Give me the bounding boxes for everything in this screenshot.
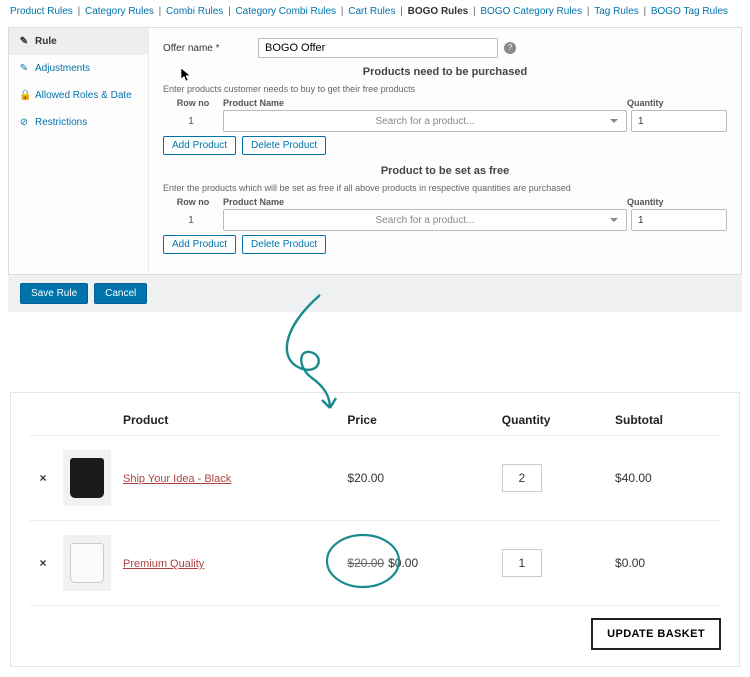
cart-subtotal: $40.00 <box>609 436 721 521</box>
col-rowno: Row no <box>163 197 223 207</box>
col-quantity: Quantity <box>627 197 727 207</box>
rule-type-tab[interactable]: Combi Rules <box>166 6 223 17</box>
rule-editor-panel: ✎ Rule ✎ Adjustments 🔒 Allowed Roles & Date ⊘ R… <box>8 27 742 275</box>
sidebar-item-icon: 🔒 <box>19 90 29 101</box>
rule-type-tab[interactable]: Product Rules <box>10 6 73 17</box>
offer-name-input[interactable] <box>258 38 498 58</box>
free-add-product-button[interactable]: Add Product <box>163 235 236 254</box>
offer-name-label: Offer name * <box>163 43 258 54</box>
rule-type-tabs: Product Rules | Category Rules | Combi R… <box>0 0 750 23</box>
tab-separator: | <box>73 6 85 17</box>
rule-type-tab[interactable]: BOGO Tag Rules <box>651 6 728 17</box>
rule-sidebar: ✎ Rule ✎ Adjustments 🔒 Allowed Roles & Date ⊘ R… <box>9 28 149 274</box>
rule-type-tab[interactable]: Cart Rules <box>348 6 395 17</box>
purchase-qty-input[interactable]: 1 <box>631 110 727 132</box>
free-product-select[interactable]: Search for a product... <box>223 209 627 231</box>
tab-separator: | <box>395 6 407 17</box>
cart-qty-input[interactable]: 2 <box>502 464 542 492</box>
free-delete-product-button[interactable]: Delete Product <box>242 235 326 254</box>
cart-qty-input[interactable]: 1 <box>502 549 542 577</box>
rule-type-tab[interactable]: BOGO Rules <box>408 6 469 17</box>
info-icon[interactable]: ? <box>504 42 516 54</box>
tab-separator: | <box>336 6 348 17</box>
purchase-table-row: 1 Search for a product... 1 <box>163 110 727 132</box>
purchase-add-product-button[interactable]: Add Product <box>163 136 236 155</box>
sidebar-item-icon: ✎ <box>19 63 29 74</box>
cancel-button[interactable]: Cancel <box>94 283 147 304</box>
sidebar-item-restrictions[interactable]: ⊘ Restrictions <box>9 109 148 136</box>
col-rowno: Row no <box>163 98 223 108</box>
free-rowno: 1 <box>163 215 219 226</box>
purchase-rowno: 1 <box>163 116 219 127</box>
purchase-delete-product-button[interactable]: Delete Product <box>242 136 326 155</box>
cart-row: × Premium Quality $20.00 $0.00 1 $0.00 <box>29 521 721 606</box>
tab-separator: | <box>582 6 594 17</box>
rule-type-tab[interactable]: Category Rules <box>85 6 154 17</box>
rule-main: Offer name * ? Products need to be purch… <box>149 28 741 274</box>
col-product-name: Product Name <box>223 197 627 207</box>
product-thumbnail <box>63 450 111 506</box>
rule-type-tab[interactable]: Category Combi Rules <box>235 6 336 17</box>
cart-price: $20.00 <box>341 436 495 521</box>
sidebar-item-label: Restrictions <box>35 117 87 128</box>
free-section-title: Product to be set as free <box>163 165 727 177</box>
purchase-product-placeholder: Search for a product... <box>376 116 475 127</box>
rule-type-tab[interactable]: Tag Rules <box>594 6 638 17</box>
update-basket-button[interactable]: UPDATE BASKET <box>591 618 721 650</box>
free-product-placeholder: Search for a product... <box>376 215 475 226</box>
purchase-table-header: Row no Product Name Quantity <box>163 96 727 110</box>
sidebar-item-allowed-roles-date[interactable]: 🔒 Allowed Roles & Date <box>9 82 148 109</box>
tab-separator: | <box>223 6 235 17</box>
free-section-desc: Enter the products which will be set as … <box>163 183 727 193</box>
sidebar-item-icon: ✎ <box>19 36 29 47</box>
sidebar-item-rule[interactable]: ✎ Rule <box>9 28 148 55</box>
cart-col-subtotal: Subtotal <box>609 405 721 436</box>
cart-footer: UPDATE BASKET <box>29 606 721 650</box>
free-qty-input[interactable]: 1 <box>631 209 727 231</box>
sidebar-item-adjustments[interactable]: ✎ Adjustments <box>9 55 148 82</box>
free-table-header: Row no Product Name Quantity <box>163 195 727 209</box>
purchase-section-title: Products need to be purchased <box>163 66 727 78</box>
rule-type-tab[interactable]: BOGO Category Rules <box>480 6 582 17</box>
cart-col-quantity: Quantity <box>496 405 609 436</box>
cart-subtotal: $0.00 <box>609 521 721 606</box>
cart-price: $20.00 $0.00 <box>341 521 495 606</box>
editor-footer: Save Rule Cancel <box>8 275 742 312</box>
remove-item-button[interactable]: × <box>29 521 57 606</box>
offer-name-row: Offer name * ? <box>163 38 727 58</box>
sidebar-item-label: Rule <box>35 36 57 47</box>
free-button-row: Add Product Delete Product <box>163 235 727 254</box>
cart-panel: Product Price Quantity Subtotal × Ship Y… <box>10 392 740 667</box>
cart-table: Product Price Quantity Subtotal × Ship Y… <box>29 405 721 606</box>
col-quantity: Quantity <box>627 98 727 108</box>
free-table-row: 1 Search for a product... 1 <box>163 209 727 231</box>
cart-row: × Ship Your Idea - Black $20.00 2 $40.00 <box>29 436 721 521</box>
purchase-section-desc: Enter products customer needs to buy to … <box>163 84 727 94</box>
tab-separator: | <box>468 6 480 17</box>
tab-separator: | <box>154 6 166 17</box>
sidebar-item-label: Adjustments <box>35 63 90 74</box>
sidebar-item-icon: ⊘ <box>19 117 29 128</box>
tab-separator: | <box>639 6 651 17</box>
purchase-button-row: Add Product Delete Product <box>163 136 727 155</box>
purchase-product-select[interactable]: Search for a product... <box>223 110 627 132</box>
cart-old-price: $20.00 <box>347 556 384 570</box>
col-product-name: Product Name <box>223 98 627 108</box>
cart-product-link[interactable]: Ship Your Idea - Black <box>123 473 231 485</box>
save-rule-button[interactable]: Save Rule <box>20 283 88 304</box>
product-thumbnail <box>63 535 111 591</box>
sidebar-item-label: Allowed Roles & Date <box>35 90 132 101</box>
annotation-arrow <box>0 312 750 392</box>
cart-new-price: $0.00 <box>388 556 418 570</box>
remove-item-button[interactable]: × <box>29 436 57 521</box>
cart-product-link[interactable]: Premium Quality <box>123 558 204 570</box>
